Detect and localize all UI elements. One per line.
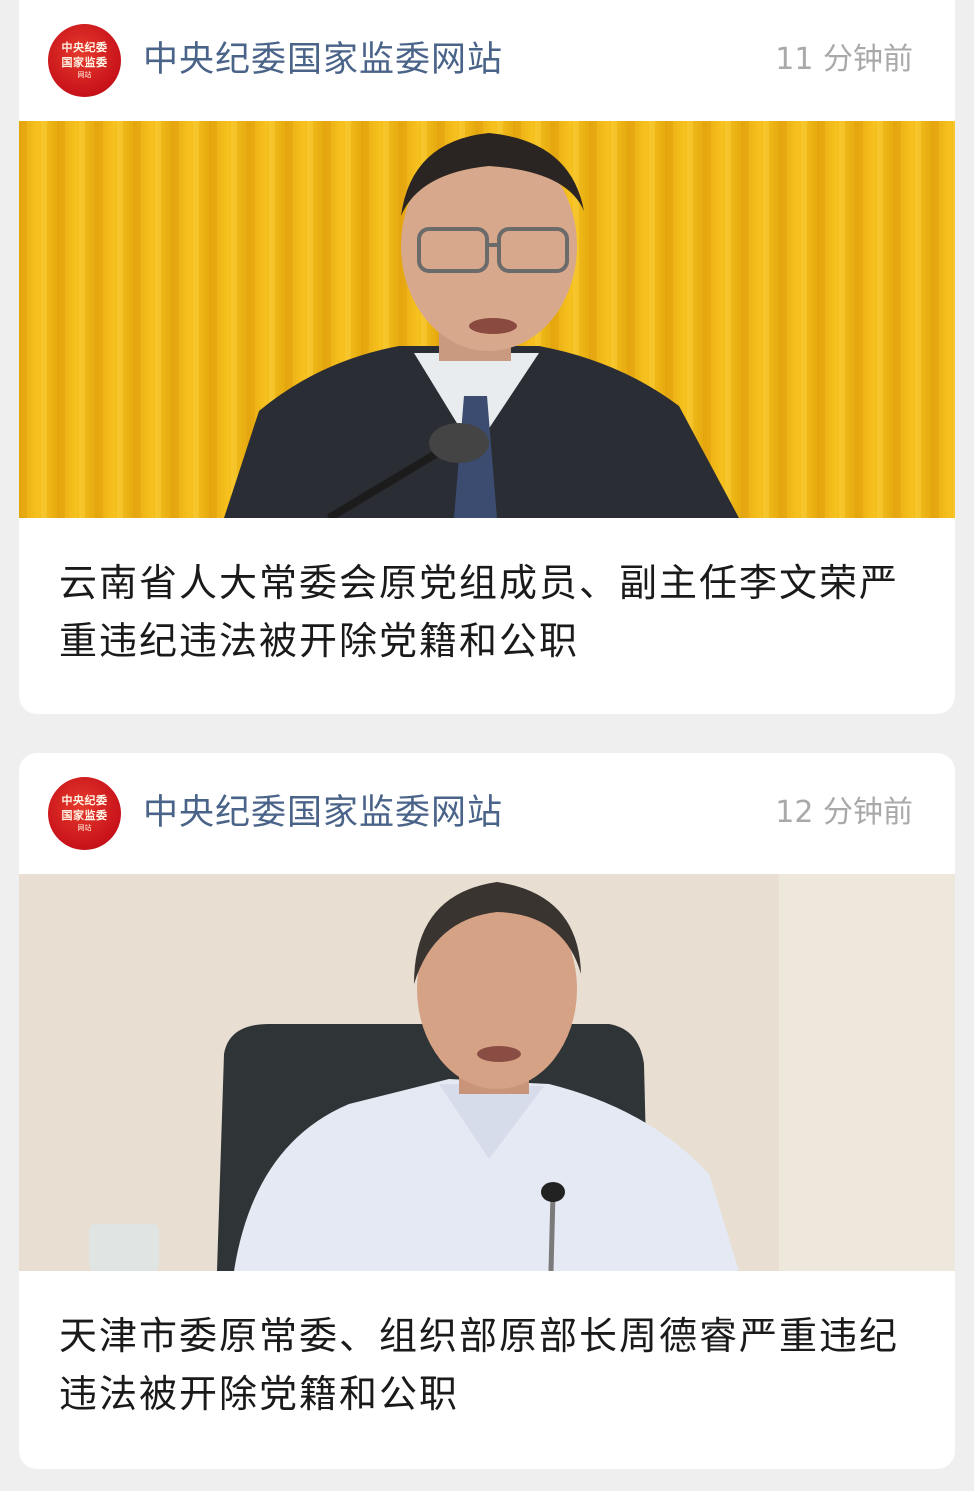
news-title[interactable]: 天津市委原常委、组织部原部长周德睿严重违纪违法被开除党籍和公职	[19, 1271, 955, 1423]
source-logo[interactable]: 中央纪委 国家监委 网站	[48, 777, 121, 850]
logo-text-line3: 网站	[77, 824, 92, 832]
portrait-photo-icon	[19, 121, 955, 518]
news-feed: 中央纪委 国家监委 网站 中央纪委国家监委网站 11 分钟前 云南省人大常委会原…	[0, 0, 974, 1491]
news-card[interactable]: 中央纪委 国家监委 网站 中央纪委国家监委网站 11 分钟前 云南省人大常委会原…	[19, 0, 955, 714]
source-logo[interactable]: 中央纪委 国家监委 网站	[48, 24, 121, 97]
source-name[interactable]: 中央纪委国家监委网站	[143, 36, 503, 84]
source-name[interactable]: 中央纪委国家监委网站	[143, 789, 503, 837]
timestamp: 12 分钟前	[775, 795, 913, 830]
timestamp: 11 分钟前	[775, 42, 913, 77]
logo-text-line1: 中央纪委	[61, 41, 108, 54]
news-photo[interactable]	[19, 874, 955, 1271]
news-card[interactable]: 中央纪委 国家监委 网站 中央纪委国家监委网站 12 分钟前 天津市委原常委、组…	[19, 753, 955, 1469]
logo-text-line2: 国家监委	[61, 809, 108, 822]
news-title[interactable]: 云南省人大常委会原党组成员、副主任李文荣严重违纪违法被开除党籍和公职	[19, 518, 955, 670]
logo-text-line3: 网站	[77, 71, 92, 79]
logo-text-line2: 国家监委	[61, 56, 108, 69]
card-header: 中央纪委 国家监委 网站 中央纪委国家监委网站 11 分钟前	[19, 0, 955, 121]
card-header: 中央纪委 国家监委 网站 中央纪委国家监委网站 12 分钟前	[19, 753, 955, 874]
portrait-photo-icon	[19, 874, 955, 1271]
news-photo[interactable]	[19, 121, 955, 518]
logo-text-line1: 中央纪委	[61, 794, 108, 807]
